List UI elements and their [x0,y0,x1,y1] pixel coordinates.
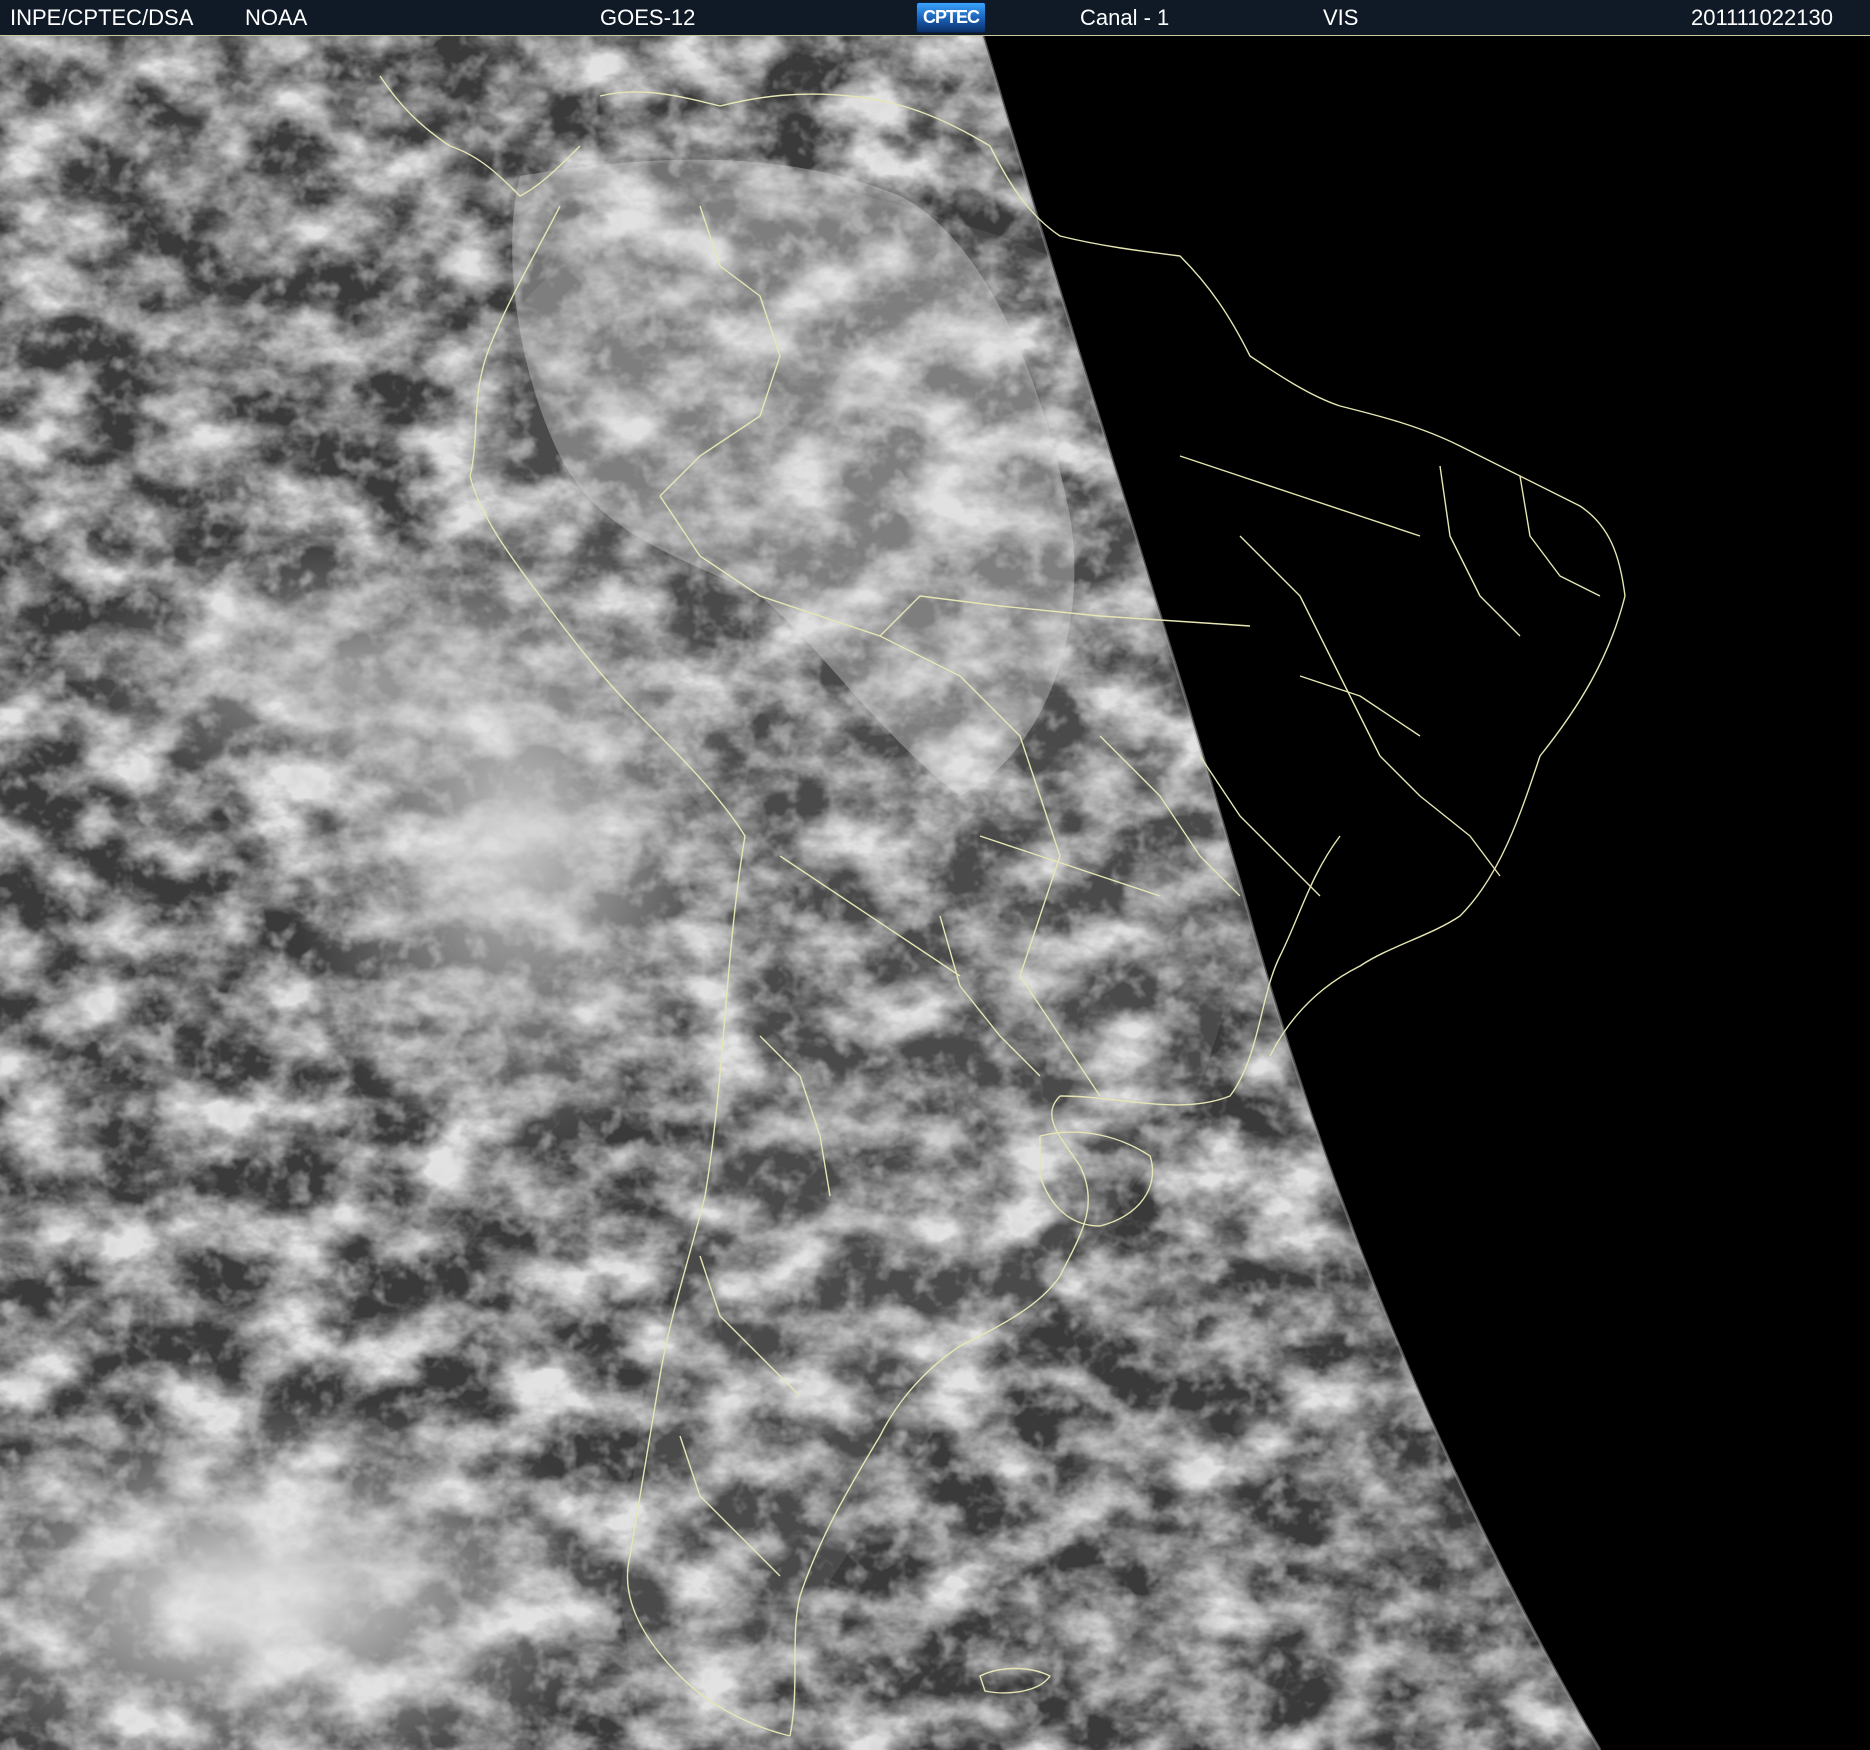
cptec-logo-text: CPTEC [922,7,980,27]
satellite-image-svg [0,36,1626,1750]
channel-label: Canal - 1 [1080,5,1170,30]
satellite-label: GOES-12 [600,5,696,30]
satellite-image-frame: INPE/CPTEC/DSA NOAA GOES-12 CPTEC Canal … [0,0,1870,1750]
band-label: VIS [1323,5,1359,30]
organization-label: INPE/CPTEC/DSA [10,5,194,30]
agency-label: NOAA [245,5,308,30]
timestamp-label: 201111022130 [1691,5,1833,30]
satellite-image [0,36,1870,1750]
cptec-logo: CPTEC [916,2,986,33]
daylit-region [0,36,1600,1750]
header-bar: INPE/CPTEC/DSA NOAA GOES-12 CPTEC Canal … [0,0,1870,36]
